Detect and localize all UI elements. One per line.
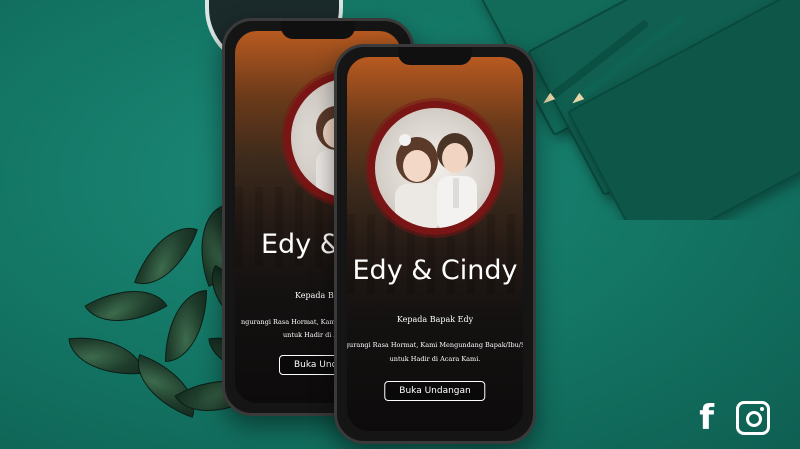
phone-front: Edy & Cindy Kepada Bapak Edy ngurangi Ra…	[334, 44, 536, 444]
facebook-icon[interactable]: f	[699, 401, 714, 435]
invitation-message-line1: ngurangi Rasa Hormat, Kami Mengundang Ba…	[347, 341, 523, 349]
phone-notch	[281, 21, 355, 39]
couple-names: Edy & Cindy	[352, 255, 518, 286]
social-links: f	[699, 401, 770, 435]
invitation-message-line2: untuk Hadir di Acara Kami.	[389, 355, 481, 363]
phone-notch	[398, 47, 472, 65]
couple-photo-frame	[368, 101, 502, 235]
open-invitation-button[interactable]: Buka Undangan	[384, 381, 486, 401]
invitation-screen-front: Edy & Cindy Kepada Bapak Edy ngurangi Ra…	[347, 57, 523, 431]
instagram-icon[interactable]	[736, 401, 770, 435]
guest-greeting: Kepada Bapak Edy	[396, 315, 474, 324]
couple-illustration	[395, 133, 477, 228]
